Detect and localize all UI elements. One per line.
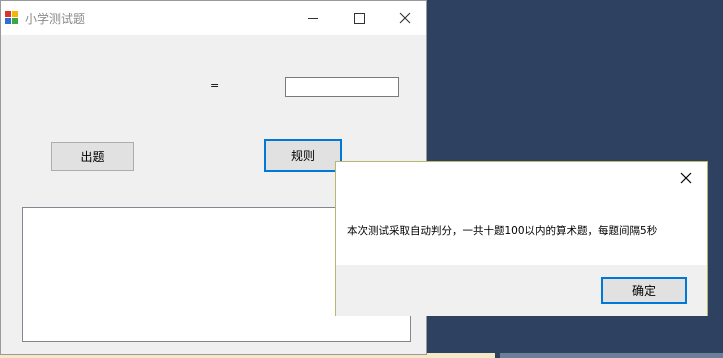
close-icon xyxy=(399,12,411,24)
dialog-close-button[interactable] xyxy=(665,162,707,194)
app-icon xyxy=(5,11,18,24)
close-button[interactable] xyxy=(382,1,428,35)
taskbar-item[interactable] xyxy=(500,353,723,358)
dialog-message: 本次测试采取自动判分，一共十题100以内的算术题，每题间隔5秒 xyxy=(347,225,658,237)
close-icon xyxy=(680,172,692,184)
dialog-footer: 确定 xyxy=(336,265,707,316)
answer-input[interactable] xyxy=(285,77,399,97)
generate-question-button[interactable]: 出题 xyxy=(51,142,134,171)
minimize-icon xyxy=(308,17,318,19)
window-title: 小学测试题 xyxy=(25,12,86,26)
ok-button[interactable]: 确定 xyxy=(601,277,687,304)
title-bar[interactable]: 小学测试题 xyxy=(1,1,426,35)
equals-label: = xyxy=(210,79,220,92)
maximize-icon xyxy=(353,12,365,24)
message-dialog: 本次测试采取自动判分，一共十题100以内的算术题，每题间隔5秒 确定 xyxy=(335,161,708,316)
rules-button[interactable]: 规则 xyxy=(264,139,342,172)
maximize-button[interactable] xyxy=(336,1,382,35)
minimize-button[interactable] xyxy=(290,1,336,35)
